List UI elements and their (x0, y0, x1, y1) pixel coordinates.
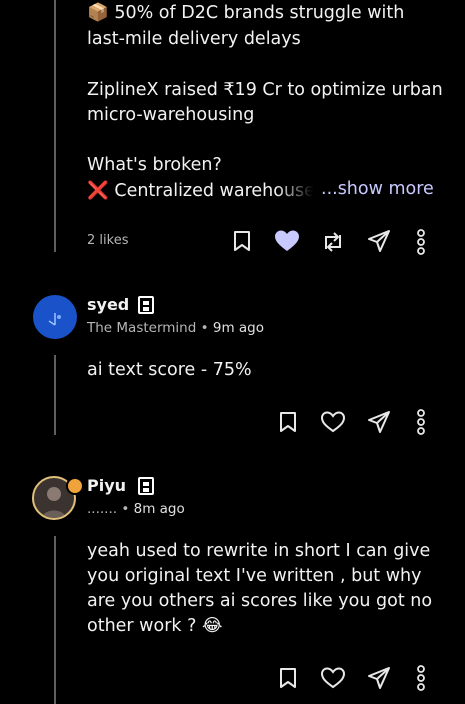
author-title: The Mastermind (87, 320, 197, 336)
show-more-link[interactable]: ...show more (321, 177, 434, 202)
share-icon[interactable] (366, 228, 392, 254)
post-text-line: last-mile delivery delays (87, 29, 301, 49)
comment-time: 8m ago (133, 501, 185, 517)
likes-count[interactable]: 2 likes (87, 233, 128, 248)
repost-icon[interactable] (320, 229, 346, 255)
separator: • (121, 501, 130, 517)
comment-text-line: other work ? 😂 (87, 616, 223, 636)
bookmark-icon[interactable] (275, 409, 301, 435)
post-text-line: ZiplineX raised ₹19 Cr to optimize urban (87, 80, 443, 100)
heart-icon[interactable] (320, 409, 346, 435)
comment-author[interactable]: syed (87, 295, 129, 314)
heart-icon-liked[interactable] (274, 228, 300, 254)
share-icon[interactable] (366, 665, 392, 691)
more-options-icon[interactable] (408, 409, 434, 435)
bookmark-icon[interactable] (275, 665, 301, 691)
comment-meta: ....... • 8m ago (87, 501, 185, 517)
avatar[interactable] (33, 295, 77, 339)
thread-line (54, 355, 56, 435)
bookmark-icon[interactable] (229, 228, 255, 254)
comment-author[interactable]: Piyu (87, 476, 126, 495)
crown-icon (66, 477, 84, 495)
author-title: ....... (87, 501, 118, 517)
post-text-line: 📦 50% of D2C brands struggle with (87, 3, 405, 23)
separator: • (200, 320, 209, 336)
post-text-line: micro-warehousing (87, 105, 255, 125)
more-options-icon[interactable] (408, 229, 434, 255)
comment-text-line: yeah used to rewrite in short I can give (87, 541, 431, 561)
heart-icon[interactable] (320, 665, 346, 691)
text-fade (276, 179, 320, 204)
thread-line (54, 0, 56, 252)
comment-meta: The Mastermind • 9m ago (87, 320, 264, 336)
comment-text: ai text score - 75% (87, 360, 252, 380)
badge-icon (138, 477, 154, 495)
more-options-icon[interactable] (408, 665, 434, 691)
comment-time: 9m ago (212, 320, 264, 336)
post-text-line: What's broken? (87, 155, 222, 175)
comment-text-line: are you others ai scores like you got no (87, 591, 433, 611)
thread-line (54, 536, 56, 704)
badge-icon (138, 296, 154, 314)
comment-text-line: you original text I've written , but why (87, 566, 422, 586)
share-icon[interactable] (366, 409, 392, 435)
